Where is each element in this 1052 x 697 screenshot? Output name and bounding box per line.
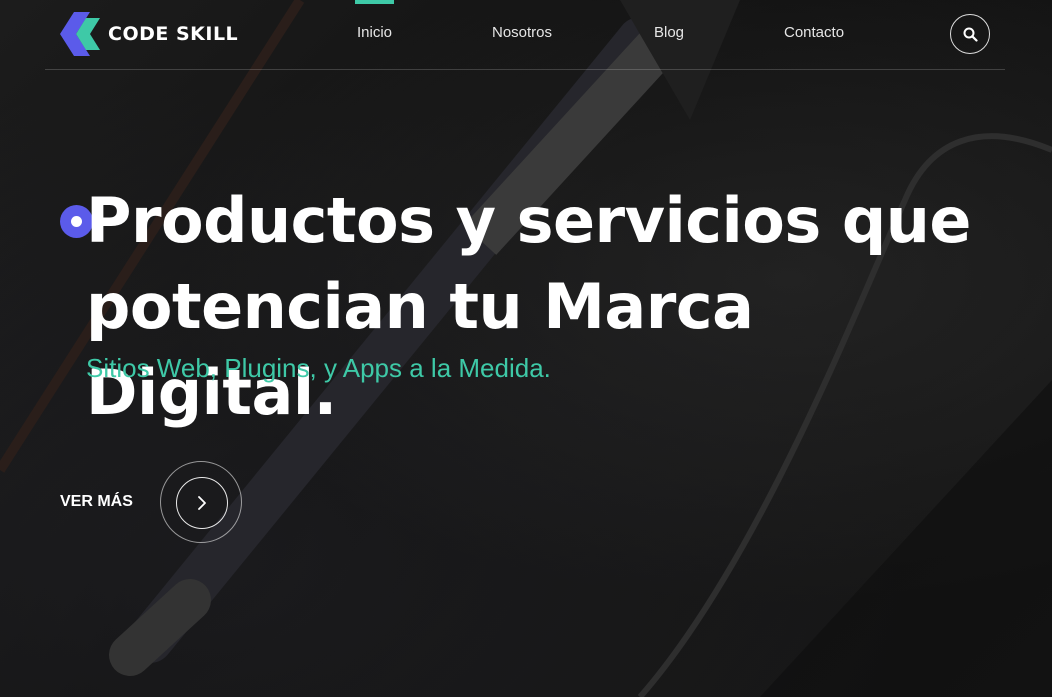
cta-outer-ring[interactable] [160, 461, 242, 543]
nav-item-contacto[interactable]: Contacto [784, 0, 844, 69]
hero-subheadline: Sitios Web, Plugins, y Apps a la Medida. [86, 353, 551, 383]
hero-headline: Productos y servicios que potencian tu M… [86, 184, 971, 429]
search-icon [963, 27, 978, 42]
logo-text: CODE SKILL [108, 23, 239, 45]
nav-item-inicio[interactable]: Inicio [354, 0, 395, 69]
site-logo[interactable]: CODE SKILL [60, 10, 238, 58]
search-button[interactable] [950, 14, 990, 54]
cta-inner-ring[interactable] [176, 477, 228, 529]
chevron-right-icon [198, 496, 206, 510]
ver-mas-label: VER MÁS [60, 493, 133, 510]
ver-mas-button[interactable]: VER MÁS [60, 461, 242, 543]
site-header: CODE SKILL Inicio Nosotros Blog Contacto [45, 0, 1005, 70]
nav-item-blog[interactable]: Blog [654, 0, 684, 69]
nav-item-nosotros[interactable]: Nosotros [492, 0, 552, 69]
logo-mark-icon [60, 12, 100, 56]
